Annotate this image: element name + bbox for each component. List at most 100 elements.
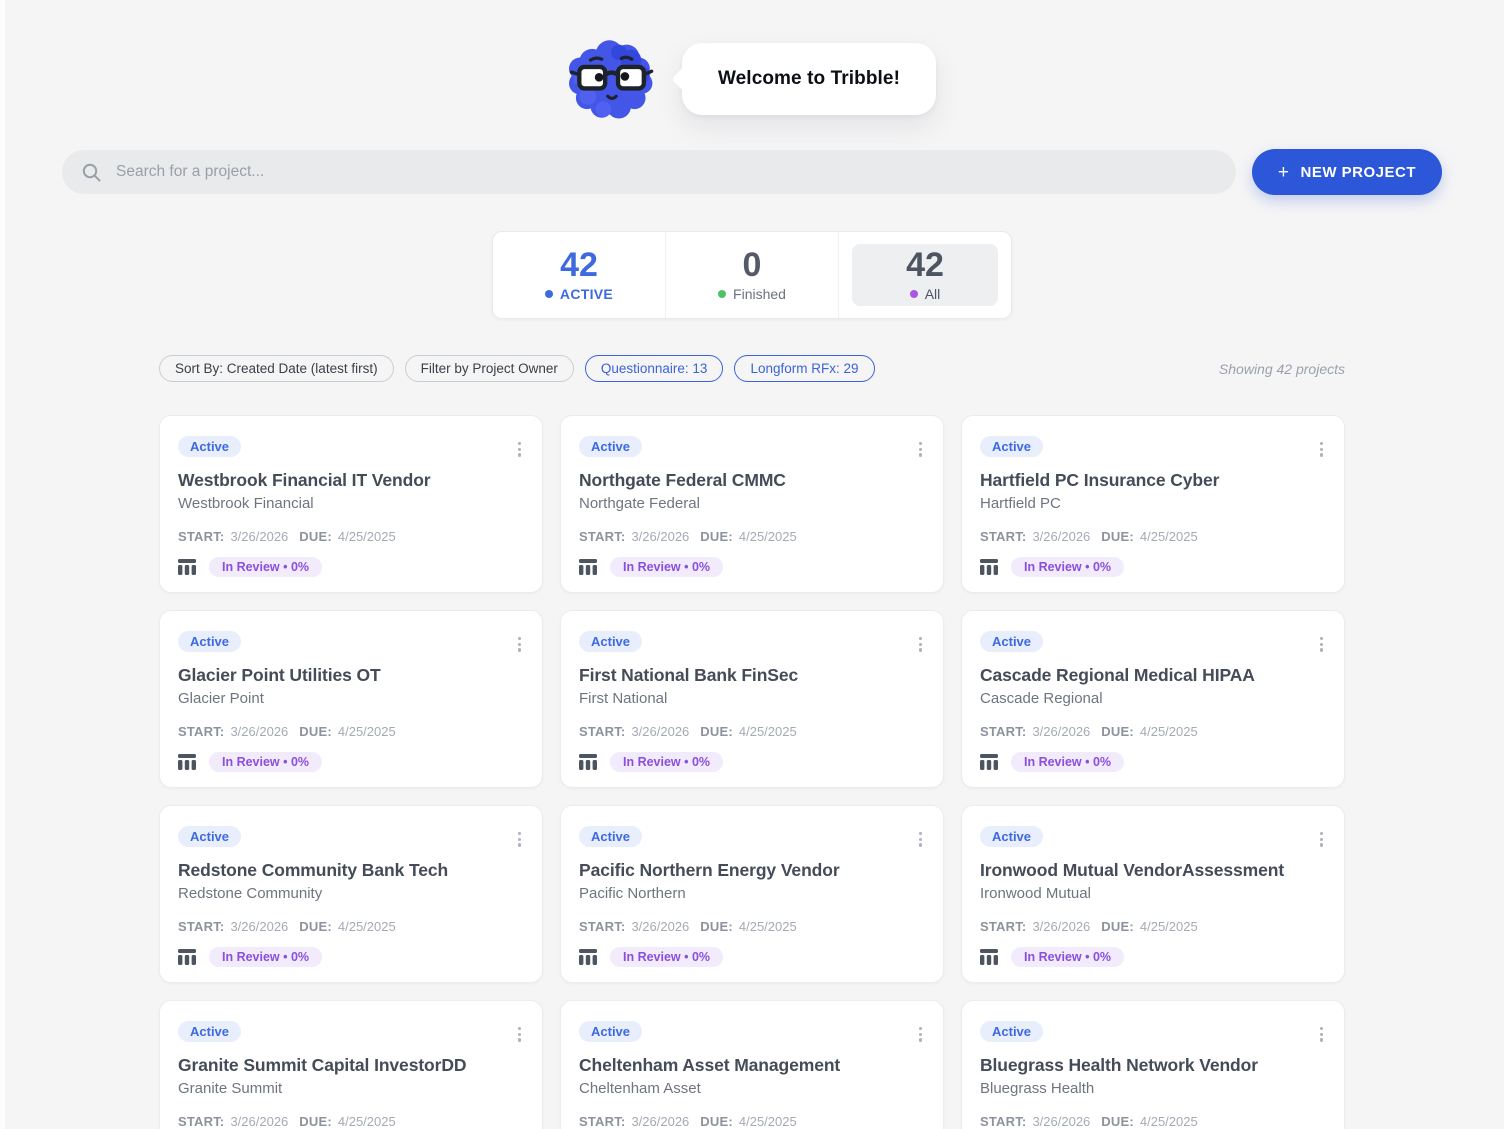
project-card[interactable]: Active First National Bank FinSec First …: [560, 610, 944, 788]
project-title: Westbrook Financial IT Vendor: [178, 470, 431, 490]
start-label: START:: [178, 529, 225, 544]
project-client-name: Northgate Federal: [579, 495, 700, 512]
new-project-label: NEW PROJECT: [1300, 163, 1416, 181]
table-icon: [980, 559, 998, 575]
start-date: 3/26/2026: [1032, 1114, 1091, 1129]
due-date: 4/25/2025: [738, 529, 797, 544]
project-card[interactable]: Active Northgate Federal CMMC Northgate …: [560, 415, 944, 593]
project-title: Cascade Regional Medical HIPAA: [980, 665, 1255, 685]
start-date: 3/26/2026: [230, 529, 289, 544]
due-label: DUE:: [700, 529, 733, 544]
finished-count: 0: [742, 245, 762, 284]
card-footer: In Review • 0%: [980, 947, 1326, 967]
project-card[interactable]: Active Redstone Community Bank Tech Reds…: [159, 805, 543, 983]
finished-dot-icon: [718, 290, 727, 299]
progress-badge: In Review • 0%: [209, 557, 323, 577]
progress-badge: In Review • 0%: [610, 947, 724, 967]
project-card[interactable]: Active Ironwood Mutual VendorAssessment …: [961, 805, 1345, 983]
start-label: START:: [980, 529, 1027, 544]
project-client-name: Granite Summit: [178, 1080, 283, 1097]
due-date: 4/25/2025: [337, 724, 396, 739]
project-dates: START: 3/26/2026 DUE: 4/25/2025: [579, 724, 925, 739]
status-badge: Active: [579, 826, 643, 847]
start-date: 3/26/2026: [230, 1114, 289, 1129]
questionnaire-filter-chip[interactable]: Questionnaire: 13: [584, 355, 724, 382]
project-dates: START: 3/26/2026 DUE: 4/25/2025: [980, 724, 1326, 739]
kebab-menu-icon[interactable]: [915, 1023, 926, 1046]
card-footer: In Review • 0%: [579, 752, 925, 772]
kebab-menu-icon[interactable]: [514, 1023, 525, 1046]
project-card[interactable]: Active Cascade Regional Medical HIPAA Ca…: [961, 610, 1345, 788]
project-client-name: Cheltenham Asset: [579, 1080, 701, 1097]
project-title: Cheltenham Asset Management: [579, 1055, 841, 1075]
card-footer: In Review • 0%: [178, 947, 524, 967]
kebab-menu-icon[interactable]: [1316, 438, 1327, 461]
status-badge: Active: [980, 631, 1044, 652]
project-card[interactable]: Active Cheltenham Asset Management Chelt…: [560, 1000, 944, 1129]
project-card[interactable]: Active Granite Summit Capital InvestorDD…: [159, 1000, 543, 1129]
kebab-menu-icon[interactable]: [1316, 1023, 1327, 1046]
active-label: ACTIVE: [559, 286, 614, 303]
start-date: 3/26/2026: [230, 724, 289, 739]
start-date: 3/26/2026: [1032, 724, 1091, 739]
project-card[interactable]: Active Glacier Point Utilities OT Glacie…: [159, 610, 543, 788]
project-title: First National Bank FinSec: [579, 665, 799, 685]
project-dates: START: 3/26/2026 DUE: 4/25/2025: [178, 724, 524, 739]
due-label: DUE:: [299, 919, 332, 934]
project-client-name: Cascade Regional: [980, 690, 1103, 707]
project-card[interactable]: Active Hartfield PC Insurance Cyber Hart…: [961, 415, 1345, 593]
status-badge: Active: [980, 826, 1044, 847]
project-card[interactable]: Active Westbrook Financial IT Vendor Wes…: [159, 415, 543, 593]
project-client-name: Redstone Community: [178, 885, 323, 902]
project-card[interactable]: Active Bluegrass Health Network Vendor B…: [961, 1000, 1345, 1129]
kebab-menu-icon[interactable]: [1316, 828, 1327, 851]
search-field-wrap: [62, 150, 1236, 194]
status-badge: Active: [980, 436, 1044, 457]
progress-badge: In Review • 0%: [610, 752, 724, 772]
project-title: Ironwood Mutual VendorAssessment: [980, 860, 1285, 880]
search-icon: [82, 163, 101, 182]
tribble-mascot-icon: [568, 36, 656, 122]
progress-badge: In Review • 0%: [610, 557, 724, 577]
kebab-menu-icon[interactable]: [514, 438, 525, 461]
stat-finished[interactable]: 0 Finished: [665, 232, 838, 318]
speech-bubble-tail: [671, 66, 697, 92]
due-label: DUE:: [700, 724, 733, 739]
filter-row: Sort By: Created Date (latest first) Fil…: [159, 355, 1345, 382]
longform-rfx-filter-chip[interactable]: Longform RFx: 29: [734, 355, 875, 382]
project-card[interactable]: Active Pacific Northern Energy Vendor Pa…: [560, 805, 944, 983]
card-footer: In Review • 0%: [178, 557, 524, 577]
stat-active[interactable]: 42 ACTIVE: [493, 232, 665, 318]
progress-badge: In Review • 0%: [209, 752, 323, 772]
table-icon: [579, 559, 597, 575]
due-date: 4/25/2025: [738, 1114, 797, 1129]
kebab-menu-icon[interactable]: [1316, 633, 1327, 656]
project-client-name: Ironwood Mutual: [980, 885, 1091, 902]
stat-all[interactable]: 42 All: [838, 232, 1011, 318]
project-client-name: First National: [579, 690, 668, 707]
filter-owner-chip[interactable]: Filter by Project Owner: [404, 355, 574, 382]
status-badge: Active: [178, 436, 242, 457]
welcome-text: Welcome to Tribble!: [717, 68, 901, 89]
card-footer: In Review • 0%: [178, 752, 524, 772]
start-label: START:: [178, 919, 225, 934]
kebab-menu-icon[interactable]: [915, 438, 926, 461]
kebab-menu-icon[interactable]: [514, 633, 525, 656]
kebab-menu-icon[interactable]: [915, 633, 926, 656]
status-badge: Active: [178, 826, 242, 847]
new-project-button[interactable]: + NEW PROJECT: [1251, 149, 1442, 195]
due-date: 4/25/2025: [337, 1114, 396, 1129]
due-label: DUE:: [1101, 1114, 1134, 1129]
sort-by-chip[interactable]: Sort By: Created Date (latest first): [159, 355, 394, 382]
search-row: + NEW PROJECT: [62, 149, 1442, 195]
kebab-menu-icon[interactable]: [514, 828, 525, 851]
start-date: 3/26/2026: [631, 919, 690, 934]
due-date: 4/25/2025: [738, 724, 797, 739]
status-badge: Active: [980, 1021, 1044, 1042]
kebab-menu-icon[interactable]: [915, 828, 926, 851]
project-dates: START: 3/26/2026 DUE: 4/25/2025: [980, 1114, 1326, 1129]
search-input[interactable]: [62, 150, 1236, 194]
project-client-name: Glacier Point: [178, 690, 264, 707]
project-title: Granite Summit Capital InvestorDD: [178, 1055, 467, 1075]
project-dates: START: 3/26/2026 DUE: 4/25/2025: [579, 1114, 925, 1129]
